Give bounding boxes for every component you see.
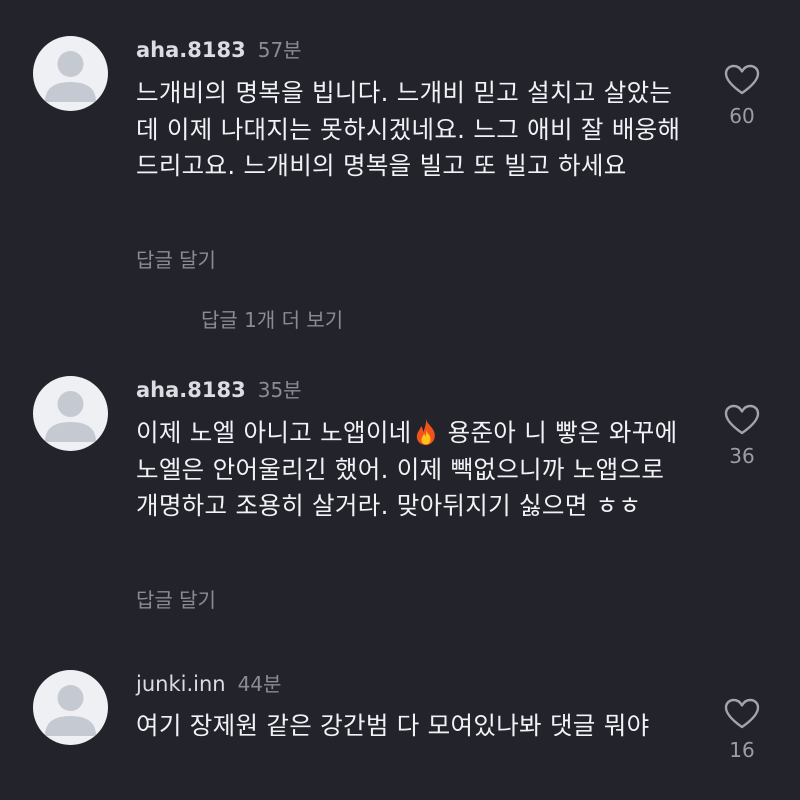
comment-text: 느개비의 명복을 빕니다. 느개비 믿고 설치고 살았는데 이제 나대지는 못하…	[136, 78, 681, 180]
comments-list: aha.8183 57분 느개비의 명복을 빕니다. 느개비 믿고 설치고 살았…	[0, 0, 800, 800]
comment-text-part: 이제 노엘 아니고 노앱이네	[136, 418, 412, 447]
default-user-avatar-icon	[45, 391, 96, 442]
comment-meta: junki.inn 44분	[136, 668, 282, 696]
username[interactable]: aha.8183	[136, 378, 246, 402]
like-count: 16	[729, 738, 755, 762]
reply-button[interactable]: 답글 달기	[136, 584, 216, 613]
comment-meta: aha.8183 57분	[136, 34, 302, 62]
username[interactable]: aha.8183	[136, 38, 246, 62]
avatar[interactable]	[33, 670, 108, 745]
like-area: 36	[712, 404, 772, 468]
default-user-avatar-icon	[45, 685, 96, 736]
like-area: 16	[712, 698, 772, 762]
like-area: 60	[712, 64, 772, 128]
reply-button[interactable]: 답글 달기	[136, 244, 216, 273]
like-count: 60	[729, 104, 755, 128]
username[interactable]: junki.inn	[136, 672, 226, 696]
comment-text: 여기 장제원 같은 강간범 다 모여있나봐 댓글 뭐야	[136, 711, 650, 740]
heart-outline-icon[interactable]	[724, 404, 760, 436]
default-user-avatar-icon	[45, 51, 96, 102]
timestamp: 35분	[257, 378, 302, 402]
comment-text: 이제 노엘 아니고 노앱이네 용준아 니 빻은 와꾸에 노엘은 안어울리긴 했어…	[136, 415, 684, 525]
timestamp: 44분	[237, 672, 282, 696]
like-count: 36	[729, 444, 755, 468]
comment-meta: aha.8183 35분	[136, 374, 302, 402]
fire-emoji-icon	[416, 419, 435, 445]
avatar[interactable]	[33, 36, 108, 111]
timestamp: 57분	[257, 38, 302, 62]
avatar[interactable]	[33, 376, 108, 451]
heart-outline-icon[interactable]	[724, 64, 760, 96]
view-more-replies-button[interactable]: 답글 1개 더 보기	[201, 304, 343, 333]
heart-outline-icon[interactable]	[724, 698, 760, 730]
